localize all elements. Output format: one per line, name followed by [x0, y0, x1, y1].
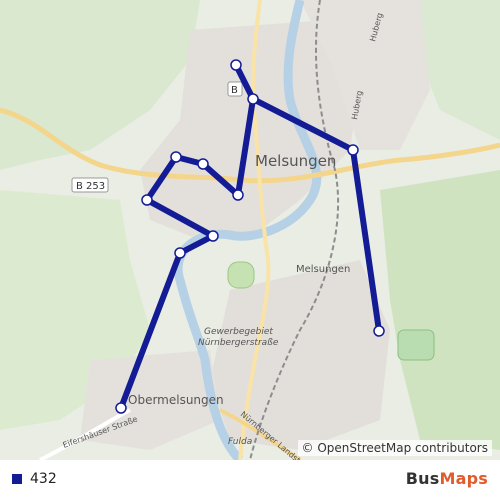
bus-stop-marker[interactable] [197, 158, 209, 170]
map-canvas: Melsungen Melsungen Obermelsungen Gewerb… [0, 0, 500, 460]
label-fulda: Fulda [228, 437, 252, 447]
bus-stop-marker[interactable] [115, 402, 127, 414]
route-color-swatch [12, 474, 22, 484]
label-gewerbegebiet: Gewerbegebiet [204, 327, 273, 337]
label-obermelsungen: Obermelsungen [128, 393, 224, 407]
label-melsungen-station: Melsungen [296, 264, 350, 275]
bus-stop-marker[interactable] [141, 194, 153, 206]
road-shield-b-label: B [231, 85, 238, 96]
label-nuernbergerstrasse: Nürnbergerstraße [198, 338, 279, 348]
bus-stop-marker[interactable] [174, 247, 186, 259]
bus-stop-marker[interactable] [347, 144, 359, 156]
bus-stop-marker[interactable] [170, 151, 182, 163]
busmaps-logo[interactable]: BusMaps [406, 469, 488, 488]
road-shield-b253-label: B 253 [76, 181, 105, 192]
sports-field [227, 261, 255, 289]
bus-stop-marker[interactable] [373, 325, 385, 337]
bus-stop-marker[interactable] [207, 230, 219, 242]
map-attribution[interactable]: © OpenStreetMap contributors [297, 440, 492, 456]
sports-field [397, 329, 435, 361]
bus-stop-marker[interactable] [232, 189, 244, 201]
bus-stop-marker[interactable] [247, 93, 259, 105]
map-view[interactable]: Melsungen Melsungen Obermelsungen Gewerb… [0, 0, 500, 460]
bus-stop-marker[interactable] [230, 59, 242, 71]
route-number-label: 432 [30, 471, 57, 487]
label-melsungen-town: Melsungen [255, 152, 336, 170]
brand-part-maps: Maps [439, 469, 488, 488]
brand-part-bus: Bus [405, 469, 440, 488]
